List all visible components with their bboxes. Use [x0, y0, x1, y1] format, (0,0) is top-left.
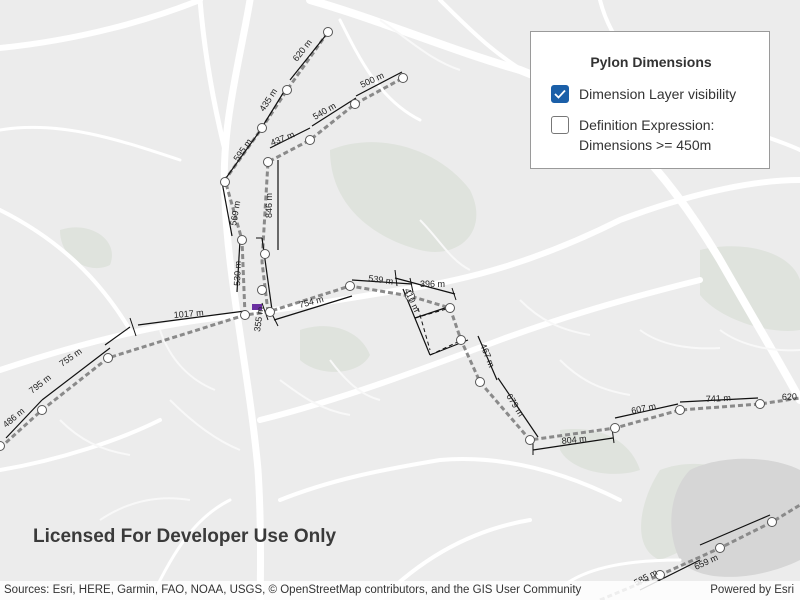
checkmark-icon [554, 89, 566, 99]
definition-expression-checkbox[interactable]: Definition Expression: Dimensions >= 450… [551, 115, 714, 155]
pylon-marker [350, 99, 360, 109]
dimension-layer-visibility-checkbox[interactable]: Dimension Layer visibility [551, 84, 736, 104]
panel-title: Pylon Dimensions [590, 54, 712, 70]
quarry-area [671, 458, 800, 577]
pylon-marker [237, 235, 247, 245]
pylon-marker [456, 335, 466, 345]
pylon-dimensions-panel: Pylon Dimensions Dimension Layer visibil… [530, 31, 770, 169]
attribution-bar: Sources: Esri, HERE, Garmin, FAO, NOAA, … [0, 581, 800, 600]
pylon-marker [260, 249, 270, 259]
pylon-marker [265, 307, 275, 317]
pylon-marker [282, 85, 292, 95]
pylon-marker [610, 423, 620, 433]
checkbox-label: Definition Expression: Dimensions >= 450… [579, 115, 714, 155]
pylon-marker [675, 405, 685, 415]
pylon-marker [305, 135, 315, 145]
pylon-marker [257, 285, 267, 295]
pylon-marker [323, 27, 333, 37]
pylon-marker [445, 303, 455, 313]
checkbox-label: Dimension Layer visibility [579, 86, 737, 102]
checkbox-unchecked[interactable] [551, 116, 569, 134]
developer-license-watermark: Licensed For Developer Use Only [33, 526, 337, 547]
attribution-sources[interactable]: Sources: Esri, HERE, Garmin, FAO, NOAA, … [4, 584, 581, 596]
pylon-marker [525, 435, 535, 445]
pylon-marker [263, 157, 273, 167]
powered-by-esri[interactable]: Powered by Esri [710, 584, 794, 596]
pylon-marker [715, 543, 725, 553]
checkbox-checked[interactable] [551, 85, 569, 103]
pylon-marker [0, 441, 5, 451]
pylon-marker [37, 405, 47, 415]
pylon-marker [767, 517, 777, 527]
dimension-label: 530 m [232, 261, 243, 286]
pylon-marker [220, 177, 230, 187]
checkbox-label-line2: Dimensions >= 450m [579, 137, 712, 153]
checkbox-label-line1: Definition Expression: [579, 117, 715, 133]
pylon-marker [755, 399, 765, 409]
pylon-marker [240, 310, 250, 320]
pylon-marker [345, 281, 355, 291]
pylon-marker [103, 353, 113, 363]
dimension-label: 396 m [420, 279, 445, 289]
pylon-marker [475, 377, 485, 387]
pylon-marker [257, 123, 267, 133]
dimension-label: 741 m [706, 393, 732, 404]
dimension-label: 620 [782, 391, 797, 402]
dimension-label: 846 m [264, 193, 274, 218]
pylon-marker [398, 73, 408, 83]
